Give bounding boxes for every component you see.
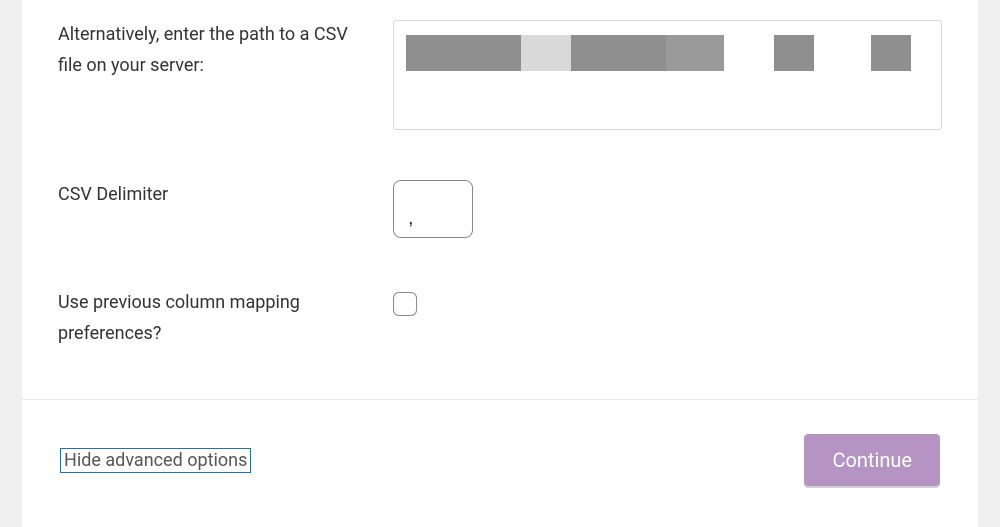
redaction-gap [724, 35, 774, 71]
redaction-block [666, 35, 724, 71]
csv-path-control [393, 20, 942, 130]
continue-button[interactable]: Continue [804, 434, 940, 486]
footer: Hide advanced options Continue [22, 400, 978, 524]
mapping-label: Use previous column mapping preferences? [58, 288, 393, 349]
row-mapping: Use previous column mapping preferences? [58, 258, 942, 399]
delimiter-label: CSV Delimiter [58, 180, 393, 211]
redacted-path [406, 35, 929, 71]
row-csv-path: Alternatively, enter the path to a CSV f… [58, 0, 942, 150]
redaction-block [521, 35, 571, 71]
redaction-block [406, 35, 521, 71]
mapping-control [393, 288, 942, 320]
delimiter-control [393, 180, 942, 238]
import-panel: Alternatively, enter the path to a CSV f… [22, 0, 978, 527]
delimiter-input[interactable] [393, 180, 473, 238]
redaction-block [774, 35, 814, 71]
row-delimiter: CSV Delimiter [58, 150, 942, 258]
redaction-block [571, 35, 666, 71]
redaction-gap [814, 35, 871, 71]
mapping-checkbox[interactable] [393, 292, 417, 316]
form-section: Alternatively, enter the path to a CSV f… [22, 0, 978, 399]
toggle-advanced-link[interactable]: Hide advanced options [60, 448, 251, 473]
redaction-block [871, 35, 911, 71]
csv-path-input[interactable] [393, 20, 942, 130]
csv-path-label: Alternatively, enter the path to a CSV f… [58, 20, 393, 81]
